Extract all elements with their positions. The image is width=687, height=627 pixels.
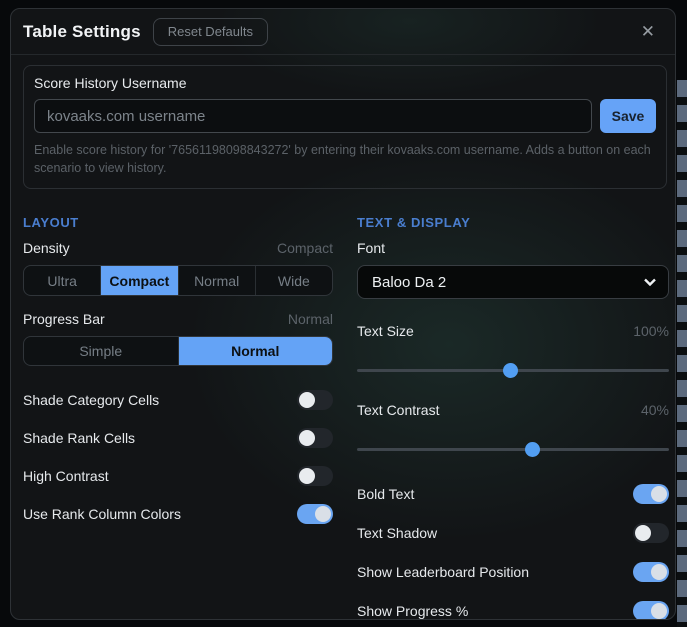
- toggle-knob: [299, 392, 315, 409]
- progress-bar-value: Normal: [287, 311, 333, 328]
- username-input[interactable]: [34, 99, 592, 133]
- show-progress-percent-row: Show Progress %: [357, 601, 669, 620]
- slider-track: [357, 448, 669, 452]
- text-shadow-row: Text Shadow: [357, 523, 669, 544]
- bold-text-label: Bold Text: [357, 486, 415, 503]
- show-progress-percent-label: Show Progress %: [357, 603, 469, 620]
- show-leaderboard-position-row: Show Leaderboard Position: [357, 562, 669, 583]
- text-shadow-label: Text Shadow: [357, 525, 438, 542]
- show-leaderboard-position-label: Show Leaderboard Position: [357, 564, 530, 581]
- shade-rank-cells-label: Shade Rank Cells: [23, 430, 136, 447]
- text-size-value: 100%: [633, 323, 669, 340]
- display-toggles: Bold Text Text Shadow Show Leaderboard P…: [357, 484, 669, 620]
- show-leaderboard-position-toggle[interactable]: [633, 562, 669, 583]
- score-history-label: Score History Username: [34, 75, 187, 91]
- text-contrast-slider[interactable]: [357, 442, 669, 458]
- toggle-knob: [635, 525, 651, 542]
- density-value: Compact: [276, 240, 333, 257]
- show-progress-percent-toggle[interactable]: [633, 601, 669, 619]
- layout-section-heading: LAYOUT: [23, 215, 79, 231]
- use-rank-column-colors-row: Use Rank Column Colors: [23, 504, 333, 525]
- text-display-column: TEXT & DISPLAY Font Baloo Da 2 Text Size…: [357, 215, 669, 620]
- font-select[interactable]: Baloo Da 2: [357, 265, 669, 300]
- text-contrast-value: 40%: [640, 402, 669, 419]
- text-display-section-heading: TEXT & DISPLAY: [357, 215, 471, 231]
- progress-option-simple[interactable]: Simple: [24, 337, 178, 365]
- page-title: Table Settings: [23, 21, 141, 41]
- score-history-section: Score History Username Save Enable score…: [23, 65, 667, 190]
- text-contrast-row: Text Contrast 40%: [357, 402, 669, 418]
- font-row: Font: [357, 240, 669, 256]
- density-label: Density: [23, 240, 70, 257]
- text-size-group: Text Size 100%: [357, 323, 669, 379]
- use-rank-column-colors-toggle[interactable]: [297, 504, 333, 525]
- text-contrast-label: Text Contrast: [357, 402, 440, 419]
- modal-header: Table Settings Reset Defaults ✕: [11, 9, 675, 55]
- density-row: Density Compact: [23, 240, 333, 256]
- bold-text-toggle[interactable]: [633, 484, 669, 505]
- shade-category-cells-row: Shade Category Cells: [23, 390, 333, 411]
- high-contrast-row: High Contrast: [23, 466, 333, 487]
- settings-columns: LAYOUT Density Compact Ultra Compact Nor…: [23, 215, 669, 620]
- table-settings-modal: Table Settings Reset Defaults ✕ Score Hi…: [10, 8, 676, 620]
- username-input-row: Save: [34, 99, 656, 133]
- chevron-down-icon: [644, 278, 656, 287]
- progress-bar-label: Progress Bar: [23, 311, 105, 328]
- high-contrast-label: High Contrast: [23, 468, 109, 485]
- progress-bar-row: Progress Bar Normal: [23, 311, 333, 327]
- save-button[interactable]: Save: [600, 99, 656, 133]
- slider-thumb[interactable]: [524, 442, 540, 458]
- shade-category-cells-label: Shade Category Cells: [23, 392, 160, 409]
- density-option-compact[interactable]: Compact: [100, 266, 178, 296]
- toggle-knob: [651, 486, 667, 503]
- shade-category-cells-toggle[interactable]: [297, 390, 333, 411]
- font-select-value: Baloo Da 2: [372, 273, 447, 291]
- density-option-normal[interactable]: Normal: [177, 266, 255, 296]
- toggle-knob: [651, 564, 667, 581]
- toggle-knob: [299, 468, 315, 485]
- text-size-slider[interactable]: [357, 363, 669, 379]
- background-table-cells: [677, 80, 687, 627]
- toggle-knob: [651, 603, 667, 619]
- font-label: Font: [357, 240, 386, 257]
- bold-text-row: Bold Text: [357, 484, 669, 505]
- toggle-knob: [315, 506, 331, 523]
- shade-rank-cells-row: Shade Rank Cells: [23, 428, 333, 449]
- progress-bar-segmented-control: Simple Normal: [23, 336, 333, 367]
- text-size-row: Text Size 100%: [357, 323, 669, 339]
- progress-option-normal[interactable]: Normal: [177, 337, 332, 366]
- density-option-wide[interactable]: Wide: [254, 266, 332, 296]
- use-rank-column-colors-label: Use Rank Column Colors: [23, 506, 181, 523]
- reset-defaults-button[interactable]: Reset Defaults: [152, 17, 268, 46]
- shade-rank-cells-toggle[interactable]: [297, 428, 333, 449]
- density-segmented-control: Ultra Compact Normal Wide: [23, 265, 333, 297]
- close-icon[interactable]: ✕: [637, 19, 659, 44]
- high-contrast-toggle[interactable]: [297, 466, 333, 487]
- slider-thumb[interactable]: [502, 363, 518, 379]
- layout-column: LAYOUT Density Compact Ultra Compact Nor…: [23, 215, 333, 619]
- density-option-ultra[interactable]: Ultra: [24, 266, 100, 295]
- text-size-label: Text Size: [357, 323, 414, 340]
- text-shadow-toggle[interactable]: [633, 523, 669, 544]
- toggle-knob: [299, 430, 315, 447]
- text-contrast-group: Text Contrast 40%: [357, 402, 669, 458]
- score-history-helper-text: Enable score history for '76561198098843…: [34, 143, 651, 176]
